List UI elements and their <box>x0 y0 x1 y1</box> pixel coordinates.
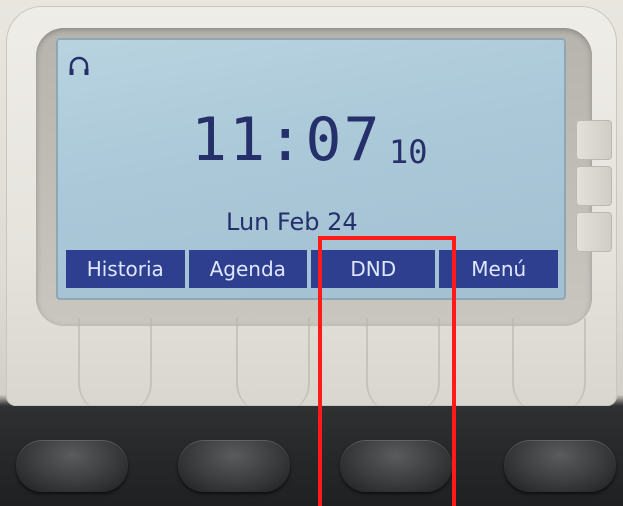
hardware-softkey-1[interactable] <box>16 440 128 492</box>
softkey-menu[interactable]: Menú <box>439 250 558 288</box>
hardware-softkey-3[interactable] <box>340 440 452 492</box>
line-key-1[interactable] <box>576 120 612 160</box>
softkey-dnd[interactable]: DND <box>311 250 436 288</box>
softkey-connector-3 <box>366 318 440 413</box>
softkey-agenda[interactable]: Agenda <box>188 250 308 288</box>
softkey-connector-4 <box>512 318 586 413</box>
line-key-3[interactable] <box>576 212 612 252</box>
lcd-screen: 11:07 10 Lun Feb 24 Historia Agenda DND … <box>56 38 566 300</box>
phone-photo: 11:07 10 Lun Feb 24 Historia Agenda DND … <box>0 0 623 506</box>
softkey-connector-2 <box>236 318 310 413</box>
hardware-softkey-4[interactable] <box>504 440 616 492</box>
softkey-historia[interactable]: Historia <box>66 250 185 288</box>
clock-seconds: 10 <box>389 133 428 171</box>
date-label: Lun Feb 24 <box>226 208 358 236</box>
headset-icon <box>69 56 89 75</box>
line-key-2[interactable] <box>576 166 612 206</box>
hardware-softkey-2[interactable] <box>178 440 290 492</box>
clock-time: 11:07 <box>191 105 382 175</box>
softkey-connector-1 <box>78 318 152 413</box>
softkey-bar: Historia Agenda DND Menú <box>66 250 558 288</box>
